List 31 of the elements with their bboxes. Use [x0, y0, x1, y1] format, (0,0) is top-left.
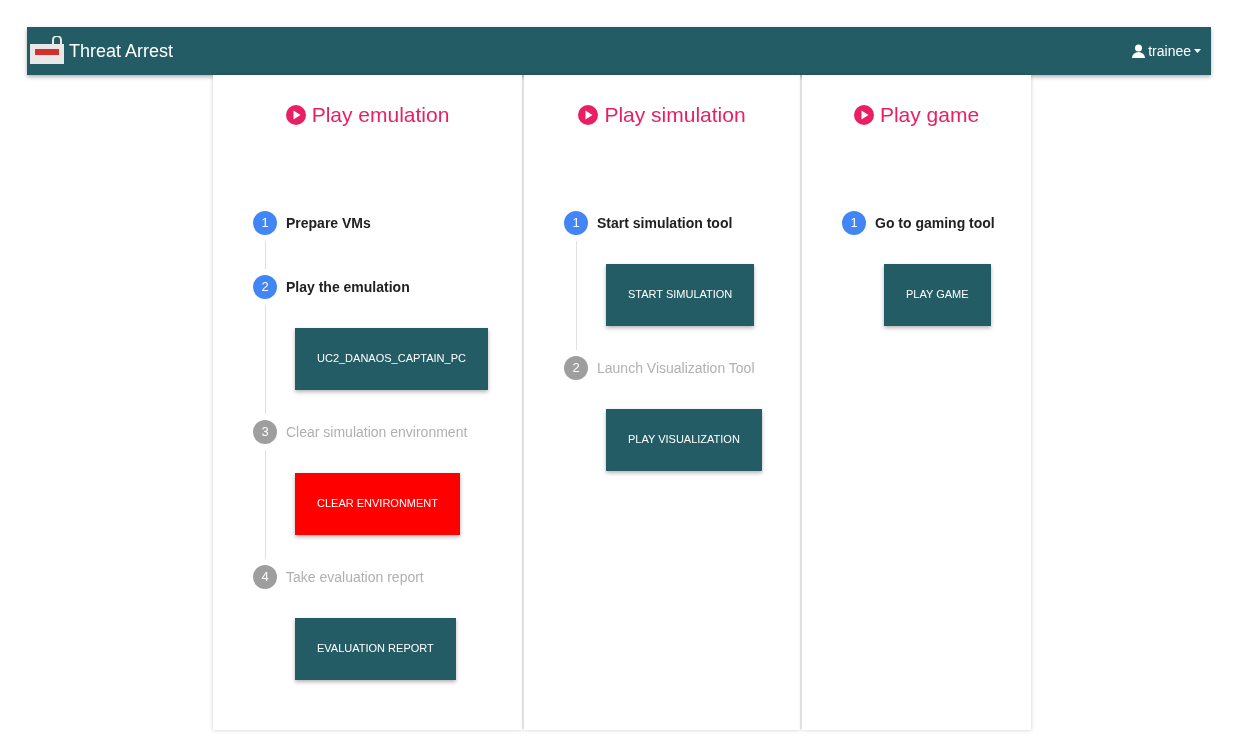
action-button[interactable]: PLAY GAME	[884, 263, 991, 326]
step-label: Prepare VMs	[286, 213, 371, 233]
user-icon	[1132, 44, 1146, 58]
action-button[interactable]: UC2_DANAOS_CAPTAIN_PC	[295, 327, 488, 390]
caret-icon	[1194, 49, 1201, 53]
step-number: 2	[253, 274, 277, 299]
action-button[interactable]: CLEAR ENVIRONMENT	[295, 472, 461, 535]
logo-icon	[29, 36, 65, 66]
step-label: Take evaluation report	[286, 567, 425, 587]
step-number: 4	[253, 564, 277, 589]
play-icon	[285, 104, 306, 125]
action-button[interactable]: START SIMULATION	[606, 263, 755, 326]
play-icon	[853, 104, 874, 125]
column-title: Play emulation	[311, 102, 450, 128]
user-menu[interactable]: trainee	[1132, 40, 1209, 62]
step-label: Go to gaming tool	[875, 213, 995, 233]
step-number: 1	[564, 210, 588, 235]
action-button[interactable]: EVALUATION REPORT	[295, 617, 456, 680]
action-button[interactable]: PLAY VISUALIZATION	[606, 408, 762, 471]
column-title: Play simulation	[604, 102, 746, 128]
step-number: 1	[253, 210, 277, 235]
step-label: Launch Visualization Tool	[597, 358, 756, 378]
step-number: 1	[842, 210, 866, 235]
column-title: Play game	[879, 102, 980, 128]
step-label: Clear simulation environment	[286, 422, 468, 442]
step-label: Play the emulation	[286, 277, 411, 297]
step-label: Start simulation tool	[597, 213, 734, 233]
step-number: 3	[253, 419, 277, 444]
app-title: Threat Arrest	[69, 39, 174, 63]
play-icon	[578, 104, 599, 125]
step-number: 2	[564, 355, 588, 380]
